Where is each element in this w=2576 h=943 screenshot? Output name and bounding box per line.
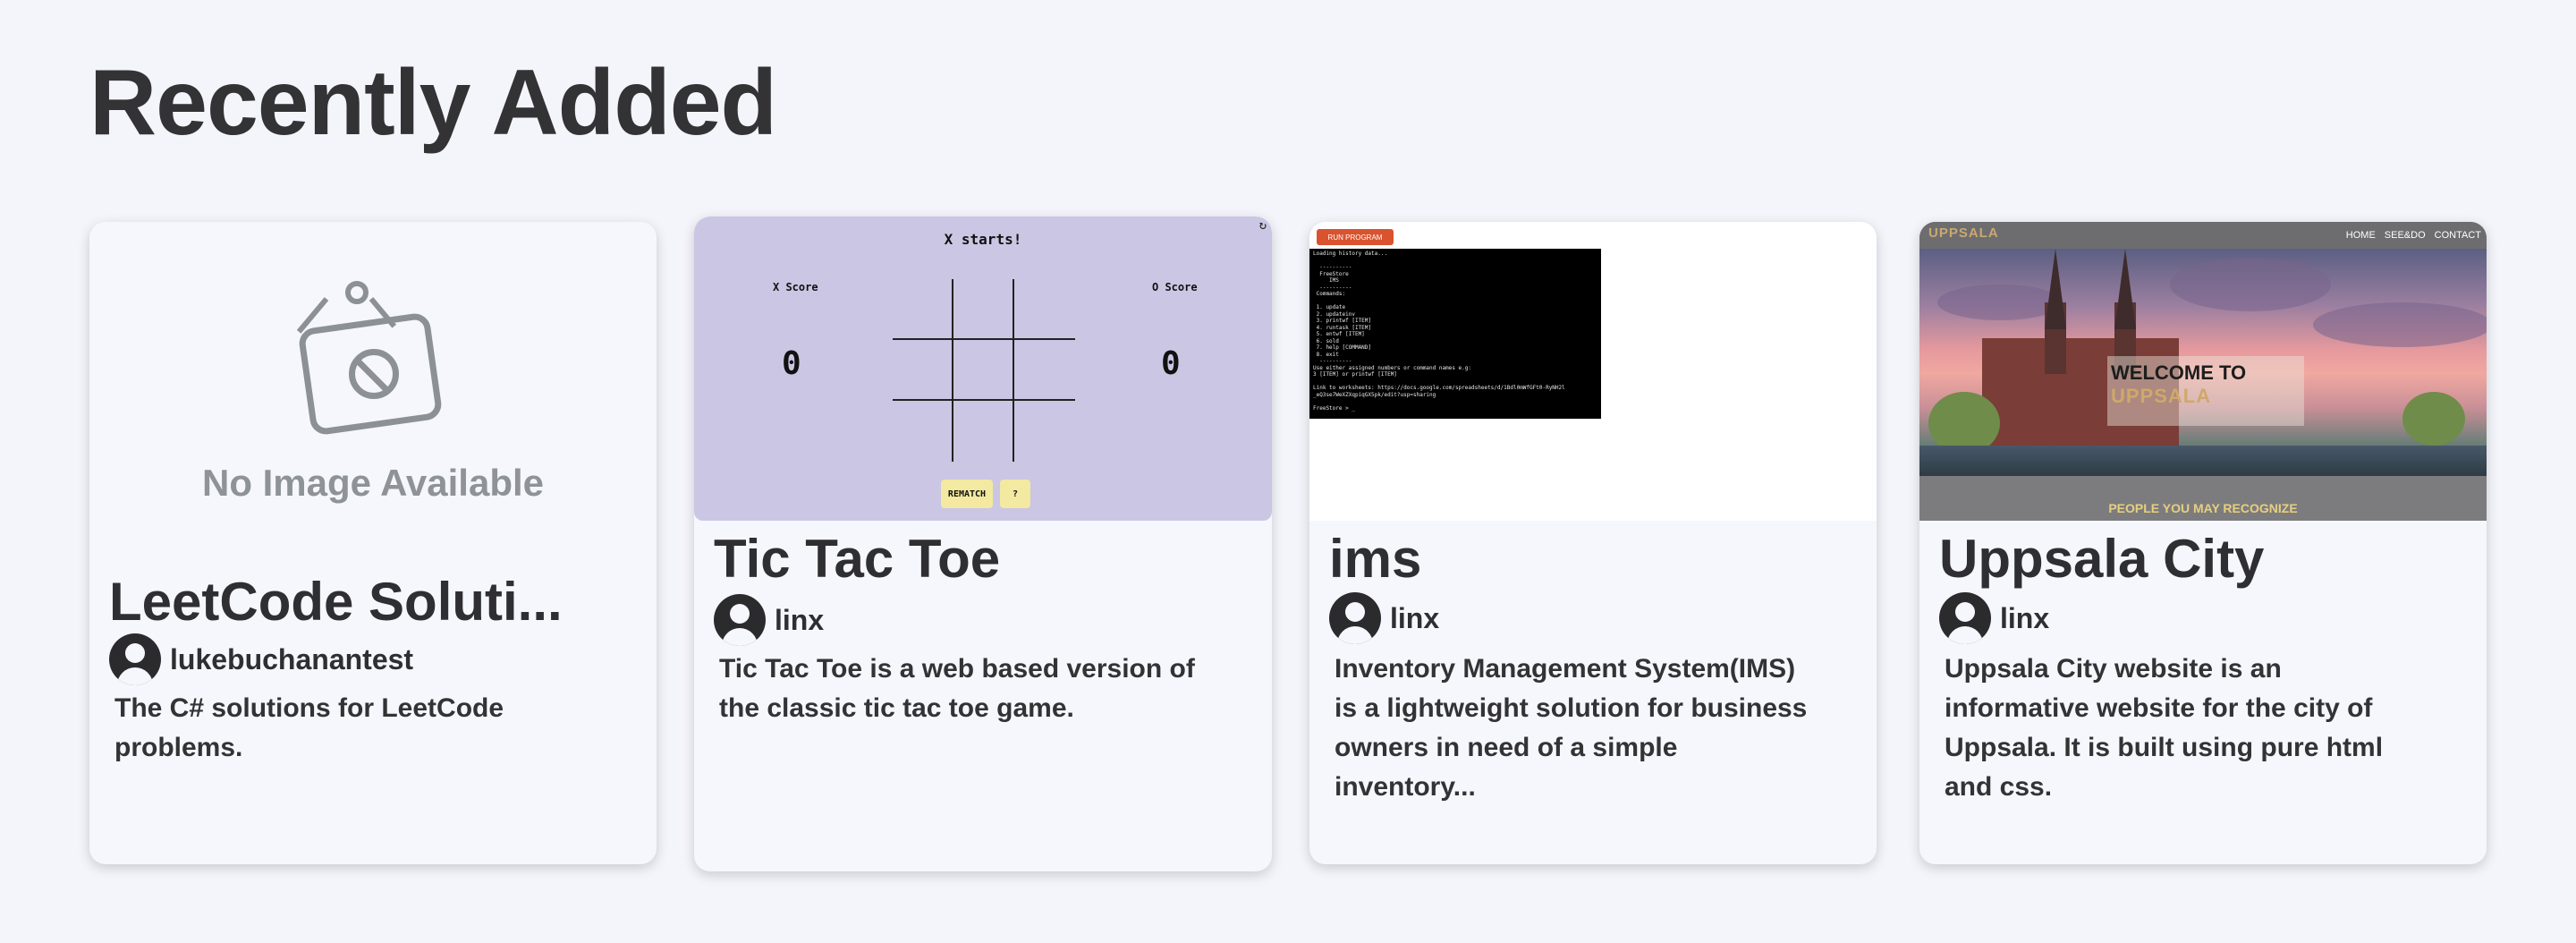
site-nav: UPPSALA HOME SEE&DO CONTACT [1919,222,2487,249]
section-heading: PEOPLE YOU MAY RECOGNIZE [2108,501,2298,515]
game-board [893,279,1075,462]
x-score-label: X Score [773,281,818,293]
x-score-value: 0 [782,345,801,382]
nav-home: HOME [2345,230,2376,241]
project-description: The C# solutions for LeetCode problems. [114,693,504,762]
project-card-leetcode[interactable]: No Image Available LeetCode Soluti... lu… [89,222,657,864]
user-avatar-icon [1329,592,1381,644]
author-name[interactable]: linx [2000,602,2049,635]
project-description: Uppsala City website is an informative w… [1945,654,2384,802]
project-author[interactable]: linx [1329,592,1439,644]
project-title[interactable]: ims [1329,528,1421,590]
project-title[interactable]: Tic Tac Toe [714,528,1000,590]
o-score-value: 0 [1161,345,1181,382]
nav-see-do: SEE&DO [2384,230,2426,241]
project-description: Tic Tac Toe is a web based version of th… [719,654,1195,723]
run-program-button: RUN PROGRAM [1317,229,1394,245]
section-title: Recently Added [89,51,777,155]
user-avatar-icon [109,633,161,685]
site-section-banner: PEOPLE YOU MAY RECOGNIZE [1919,476,2487,521]
welcome-banner: WELCOME TO UPPSALA [2107,356,2304,426]
no-image-text: No Image Available [201,462,545,504]
project-title[interactable]: Uppsala City [1939,528,2264,590]
project-description: Inventory Management System(IMS) is a li… [1335,654,1808,802]
project-thumbnail[interactable]: ↻ X starts! X Score O Score 0 0 REMATCH … [694,217,1272,521]
welcome-line-1: WELCOME TO [2111,361,2247,384]
help-button: ? [1000,480,1030,508]
user-avatar-icon [1939,592,1991,644]
author-name[interactable]: linx [775,604,824,637]
project-thumbnail[interactable]: WELCOME TO UPPSALA UPPSALA HOME SEE&DO C… [1919,222,2487,521]
project-author[interactable]: lukebuchanantest [109,633,413,685]
welcome-line-2: UPPSALA [2111,385,2212,407]
author-name[interactable]: linx [1390,602,1439,635]
city-photo: WELCOME TO UPPSALA [1919,249,2487,476]
user-avatar-icon [714,594,766,646]
terminal-output: Loading history data... ---------- FreeS… [1309,249,1601,419]
author-name[interactable]: lukebuchanantest [170,643,413,676]
project-title[interactable]: LeetCode Soluti... [109,571,563,633]
project-card-tic-tac-toe[interactable]: ↻ X starts! X Score O Score 0 0 REMATCH … [694,217,1272,871]
project-card-uppsala-city[interactable]: WELCOME TO UPPSALA UPPSALA HOME SEE&DO C… [1919,222,2487,864]
project-author[interactable]: linx [1939,592,2049,644]
rematch-button: REMATCH [941,480,993,508]
nav-contact: CONTACT [2434,230,2481,241]
project-thumbnail[interactable]: RUN PROGRAM Loading history data... ----… [1309,222,1877,521]
o-score-label: O Score [1152,281,1198,293]
project-author[interactable]: linx [714,594,824,646]
project-thumbnail[interactable]: No Image Available [89,222,657,521]
site-logo: UPPSALA [1928,225,1999,241]
project-card-ims[interactable]: RUN PROGRAM Loading history data... ----… [1309,222,1877,864]
game-status: X starts! [944,231,1022,248]
